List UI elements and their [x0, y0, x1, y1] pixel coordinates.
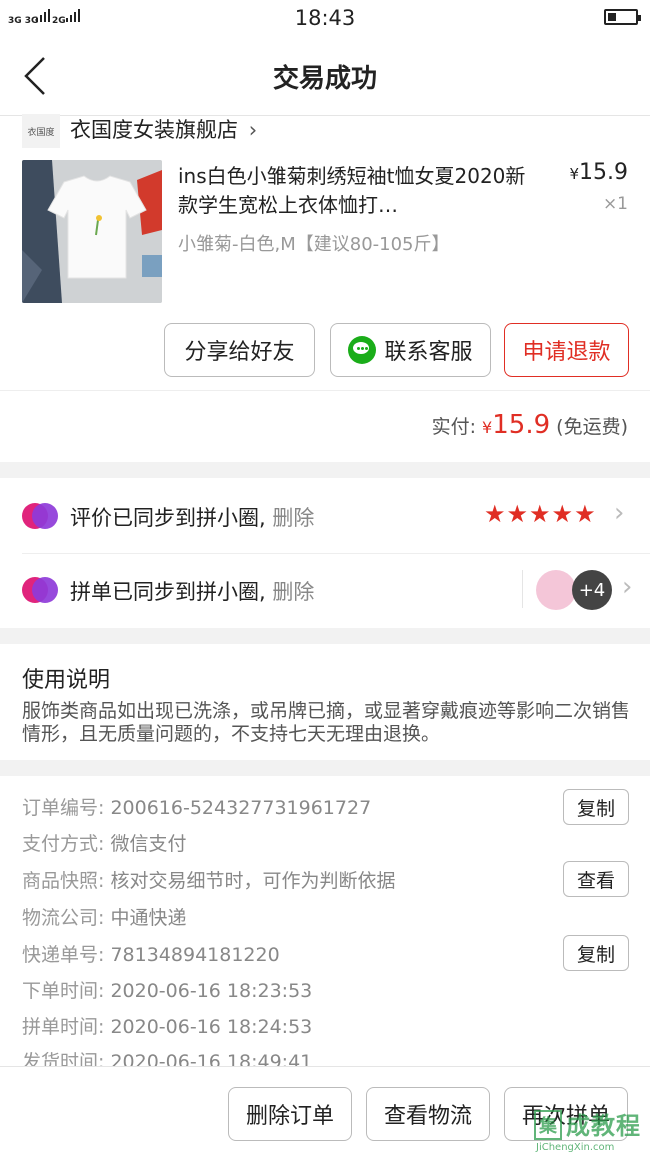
product-image[interactable]: [22, 160, 162, 303]
divider: [0, 390, 650, 391]
group-time-row: 拼单时间: 2020-06-16 18:24:53: [22, 1012, 312, 1039]
delete-order-button[interactable]: 删除订单: [228, 1087, 352, 1141]
courier-label: 物流公司:: [22, 907, 105, 929]
battery-icon: [604, 9, 641, 25]
chevron-right-icon: ›: [614, 498, 625, 528]
member-count-badge: +4: [572, 570, 612, 610]
page-title: 交易成功: [272, 64, 377, 94]
tshirt-image: [22, 160, 162, 303]
section-gap: [0, 628, 650, 644]
courier: 中通快递: [110, 907, 187, 929]
pay-method: 微信支付: [110, 833, 187, 855]
pay-method-row: 支付方式: 微信支付: [22, 829, 186, 856]
copy-order-number-button[interactable]: 复制: [563, 789, 629, 825]
avatar: [536, 570, 576, 610]
snapshot-row: 商品快照: 核对交易细节时，可作为判断依据: [22, 866, 395, 893]
header: 交易成功: [0, 36, 650, 116]
contact-service-label: 联系客服: [384, 340, 473, 365]
snapshot-desc: 核对交易细节时，可作为判断依据: [110, 870, 396, 892]
product-price: ¥15.9: [548, 160, 628, 185]
refund-button[interactable]: 申请退款: [504, 323, 629, 377]
payment-currency: ¥: [482, 418, 493, 437]
order-number-row: 订单编号: 200616-524327731961727: [22, 793, 371, 820]
notice-title: 使用说明: [22, 668, 111, 693]
tracking-label: 快递单号:: [22, 944, 105, 966]
copy-tracking-button[interactable]: 复制: [563, 935, 629, 971]
review-delete-link[interactable]: 删除: [272, 506, 314, 530]
pinxiaoquan-icon: [22, 577, 58, 603]
payment-amount: 15.9: [492, 410, 551, 440]
section-gap: [0, 760, 650, 776]
order-sync-text: 拼单已同步到拼小圈, 删除: [70, 576, 314, 606]
order-time-row: 下单时间: 2020-06-16 18:23:53: [22, 976, 312, 1003]
group-time-label: 拼单时间:: [22, 1016, 105, 1038]
view-snapshot-button[interactable]: 查看: [563, 861, 629, 897]
status-bar: 3G 3G 2G 18:43: [0, 0, 650, 36]
product-title[interactable]: ins白色小雏菊刺绣短袖t恤女夏2020新款学生宽松上衣体恤打…: [178, 162, 538, 220]
order-sync-label: 拼单已同步到拼小圈,: [70, 580, 266, 604]
rating-stars: ★★★★★: [484, 500, 597, 528]
notice-body: 服饰类商品如出现已洗涤，或吊牌已摘，或显著穿戴痕迹等影响二次销售情形，且无质量问…: [22, 700, 631, 745]
tracking-number: 78134894181220: [110, 944, 280, 966]
snapshot-label: 商品快照:: [22, 870, 105, 892]
order-time-label: 下单时间:: [22, 980, 105, 1002]
review-sync-row[interactable]: 评价已同步到拼小圈, 删除 ★★★★★ ›: [0, 478, 650, 554]
wechat-icon: [348, 336, 377, 364]
courier-row: 物流公司: 中通快递: [22, 903, 186, 930]
contact-service-button[interactable]: 联系客服: [330, 323, 491, 377]
payment-note: (免运费): [556, 416, 628, 438]
order-time: 2020-06-16 18:23:53: [110, 980, 313, 1002]
section-gap: [0, 462, 650, 478]
payment-total: 实付: ¥15.9 (免运费): [300, 410, 628, 440]
watermark-url: JiChengXin.com: [536, 1142, 615, 1153]
order-number-label: 订单编号:: [22, 797, 105, 819]
status-time: 18:43: [294, 6, 356, 30]
review-sync-text: 评价已同步到拼小圈, 删除: [70, 502, 314, 532]
view-logistics-button[interactable]: 查看物流: [366, 1087, 490, 1141]
chevron-right-icon: ›: [622, 572, 633, 602]
divider: [522, 570, 523, 608]
product-spec: 小雏菊-白色,M【建议80-105斤】: [178, 234, 450, 255]
chevron-right-icon: ›: [248, 118, 258, 142]
watermark: 集 成教程 JiChengXin.com: [532, 1102, 650, 1155]
group-time: 2020-06-16 18:24:53: [110, 1016, 313, 1038]
pinxiaoquan-icon: [22, 503, 58, 529]
order-delete-link[interactable]: 删除: [272, 580, 314, 604]
order-sync-row[interactable]: 拼单已同步到拼小圈, 删除 +4 ›: [0, 554, 650, 628]
order-number: 200616-524327731961727: [110, 797, 372, 819]
price-value: 15.9: [579, 160, 628, 185]
store-link[interactable]: 衣国度女装旗舰店 ›: [70, 114, 257, 144]
store-name: 衣国度女装旗舰店: [70, 118, 238, 142]
currency-symbol: ¥: [569, 165, 580, 183]
payment-label: 实付:: [431, 416, 476, 438]
tracking-row: 快递单号: 78134894181220: [22, 940, 280, 967]
watermark-text: 成教程: [566, 1112, 641, 1140]
watermark-icon: 集: [534, 1110, 562, 1140]
store-logo[interactable]: 衣国度: [22, 114, 60, 148]
share-button[interactable]: 分享给好友: [164, 323, 315, 377]
product-quantity: ×1: [602, 194, 628, 214]
pay-method-label: 支付方式:: [22, 833, 105, 855]
review-sync-label: 评价已同步到拼小圈,: [70, 506, 266, 530]
